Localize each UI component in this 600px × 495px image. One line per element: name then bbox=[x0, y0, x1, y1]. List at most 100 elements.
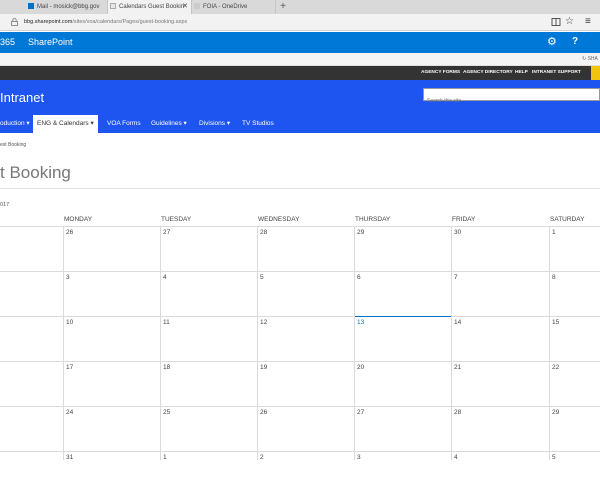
calendar-day-cell[interactable]: 28 bbox=[258, 227, 353, 270]
day-header: WEDNESDAY bbox=[258, 216, 300, 223]
tab-onedrive[interactable]: FOIA - OneDrive bbox=[192, 0, 276, 14]
day-number: 7 bbox=[454, 274, 458, 281]
calendar-day-cell[interactable]: 5 bbox=[550, 452, 600, 495]
link-help[interactable]: HELP bbox=[515, 66, 528, 80]
calendar-day-cell[interactable]: 1 bbox=[161, 452, 256, 495]
nav-item-introduction[interactable]: oduction ▾ bbox=[0, 115, 30, 133]
calendar-day-cell[interactable]: 7 bbox=[452, 272, 547, 315]
day-number: 19 bbox=[260, 364, 268, 371]
tab-mail[interactable]: Mail - mosick@bbg.gov bbox=[26, 0, 108, 14]
calendar-day-cell[interactable]: 14 bbox=[452, 317, 547, 360]
day-number: 6 bbox=[357, 274, 361, 281]
calendar-day-cell[interactable]: 3 bbox=[355, 452, 450, 495]
sharepoint-label[interactable]: SharePoint bbox=[28, 32, 73, 53]
calendar-day-cell[interactable]: 13 bbox=[355, 316, 451, 360]
calendar-day-cell[interactable]: 31 bbox=[64, 452, 159, 495]
day-header: THURSDAY bbox=[355, 216, 391, 223]
day-number: 1 bbox=[552, 229, 556, 236]
breadcrumb[interactable]: est Booking bbox=[0, 142, 26, 148]
nav-item-guidelines[interactable]: Guidelines ▾ bbox=[151, 115, 187, 133]
yellow-tab[interactable] bbox=[591, 66, 600, 80]
day-number: 12 bbox=[260, 319, 268, 326]
url-text[interactable]: bbg.sharepoint.com/sites/voa/calendars/P… bbox=[24, 16, 524, 28]
today-indicator bbox=[355, 316, 451, 317]
new-tab-button[interactable]: + bbox=[276, 0, 290, 14]
favorite-star-icon[interactable]: ☆ bbox=[565, 16, 574, 28]
address-bar[interactable]: bbg.sharepoint.com/sites/voa/calendars/P… bbox=[0, 14, 600, 31]
ribbon-strip: ↻ SHA bbox=[0, 53, 600, 66]
settings-button[interactable]: ⚙ bbox=[541, 32, 564, 53]
calendar-day-cell[interactable]: 4 bbox=[452, 452, 547, 495]
day-number: 20 bbox=[357, 364, 365, 371]
chevron-down-icon: ▾ bbox=[26, 120, 30, 127]
nav-item-voa-forms[interactable]: VOA Forms bbox=[107, 115, 141, 133]
day-number: 24 bbox=[66, 409, 74, 416]
day-number: 11 bbox=[163, 319, 170, 326]
search-input[interactable] bbox=[424, 95, 600, 107]
calendar-day-cell[interactable]: 6 bbox=[355, 272, 450, 315]
calendar-day-cell[interactable]: 29 bbox=[550, 407, 600, 450]
calendar-day-cell[interactable]: 15 bbox=[550, 317, 600, 360]
calendar-day-cell[interactable]: 24 bbox=[64, 407, 159, 450]
day-number: 3 bbox=[66, 274, 70, 281]
day-number: 5 bbox=[260, 274, 264, 281]
browser-tab-strip: Mail - mosick@bbg.gov Calendars Guest Bo… bbox=[0, 0, 600, 14]
day-number: 15 bbox=[552, 319, 560, 326]
close-tab-icon[interactable]: ✕ bbox=[182, 0, 188, 14]
calendar-day-cell[interactable]: 1 bbox=[550, 227, 600, 270]
reading-view-icon[interactable] bbox=[551, 17, 561, 27]
calendar-day-cell[interactable]: 25 bbox=[161, 407, 256, 450]
day-header: FRIDAY bbox=[452, 216, 476, 223]
tab-calendars[interactable]: Calendars Guest Bookin ✕ bbox=[108, 0, 192, 14]
calendar-day-cell[interactable]: 20 bbox=[355, 362, 450, 405]
title-divider bbox=[0, 188, 600, 189]
link-intranet-support[interactable]: INTRANET SUPPORT bbox=[532, 66, 581, 80]
nav-item-divisions[interactable]: Divisions ▾ bbox=[199, 115, 230, 133]
top-links-bar: AGENCY FORMS AGENCY DIRECTORY HELP INTRA… bbox=[0, 66, 600, 80]
calendar-day-cell[interactable]: 30 bbox=[452, 227, 547, 270]
site-title[interactable]: Intranet bbox=[0, 90, 44, 105]
month-label: 017 bbox=[0, 202, 10, 208]
page-title: t Booking bbox=[0, 163, 71, 182]
calendar-day-cell[interactable]: 12 bbox=[258, 317, 353, 360]
calendar-day-cell[interactable]: 27 bbox=[355, 407, 450, 450]
share-button[interactable]: ↻ SHA bbox=[582, 55, 598, 64]
calendar-day-cell[interactable]: 28 bbox=[452, 407, 547, 450]
calendar-day-cell[interactable]: 27 bbox=[161, 227, 256, 270]
calendar-day-cell[interactable]: 4 bbox=[161, 272, 256, 315]
calendar-day-cell[interactable]: 5 bbox=[258, 272, 353, 315]
day-number: 25 bbox=[163, 409, 171, 416]
day-header: TUESDAY bbox=[161, 216, 192, 223]
day-number: 27 bbox=[163, 229, 171, 236]
site-search[interactable] bbox=[423, 88, 600, 107]
day-number: 26 bbox=[260, 409, 268, 416]
site-header: Intranet oduction ▾ ENG & Calendars ▾ VO… bbox=[0, 80, 600, 133]
calendar-day-cell[interactable]: 21 bbox=[452, 362, 547, 405]
office365-label[interactable]: 365 bbox=[0, 32, 15, 53]
calendar-day-cell[interactable]: 18 bbox=[161, 362, 256, 405]
calendar-day-cell[interactable]: 19 bbox=[258, 362, 353, 405]
gear-icon: ⚙ bbox=[547, 36, 557, 48]
calendar-day-cell[interactable]: 8 bbox=[550, 272, 600, 315]
calendar-day-cell[interactable]: 2 bbox=[258, 452, 353, 495]
calendar-day-cell[interactable]: 17 bbox=[64, 362, 159, 405]
calendar-day-cell[interactable]: 26 bbox=[64, 227, 159, 270]
nav-item-tv-studios[interactable]: TV Studios bbox=[242, 115, 274, 133]
day-number: 26 bbox=[66, 229, 74, 236]
today-date: 13 bbox=[357, 319, 365, 326]
calendar-day-cell[interactable]: 10 bbox=[64, 317, 159, 360]
calendar-day-cell[interactable]: 29 bbox=[355, 227, 450, 270]
url-path: /sites/voa/calendars/Pages/guest-booking… bbox=[72, 19, 188, 25]
link-agency-directory[interactable]: AGENCY DIRECTORY bbox=[463, 66, 513, 80]
calendar-day-cell[interactable]: 11 bbox=[161, 317, 256, 360]
calendar-day-cell[interactable]: 22 bbox=[550, 362, 600, 405]
day-number: 29 bbox=[357, 229, 365, 236]
nav-item-eng-calendars[interactable]: ENG & Calendars ▾ bbox=[33, 115, 98, 133]
browser-menu-icon[interactable]: ≡ bbox=[585, 16, 591, 28]
calendar-day-cell[interactable]: 26 bbox=[258, 407, 353, 450]
day-number: 18 bbox=[163, 364, 171, 371]
chevron-down-icon: ▾ bbox=[226, 120, 231, 127]
help-button[interactable]: ? bbox=[564, 32, 587, 53]
link-agency-forms[interactable]: AGENCY FORMS bbox=[421, 66, 460, 80]
calendar-day-cell[interactable]: 3 bbox=[64, 272, 159, 315]
